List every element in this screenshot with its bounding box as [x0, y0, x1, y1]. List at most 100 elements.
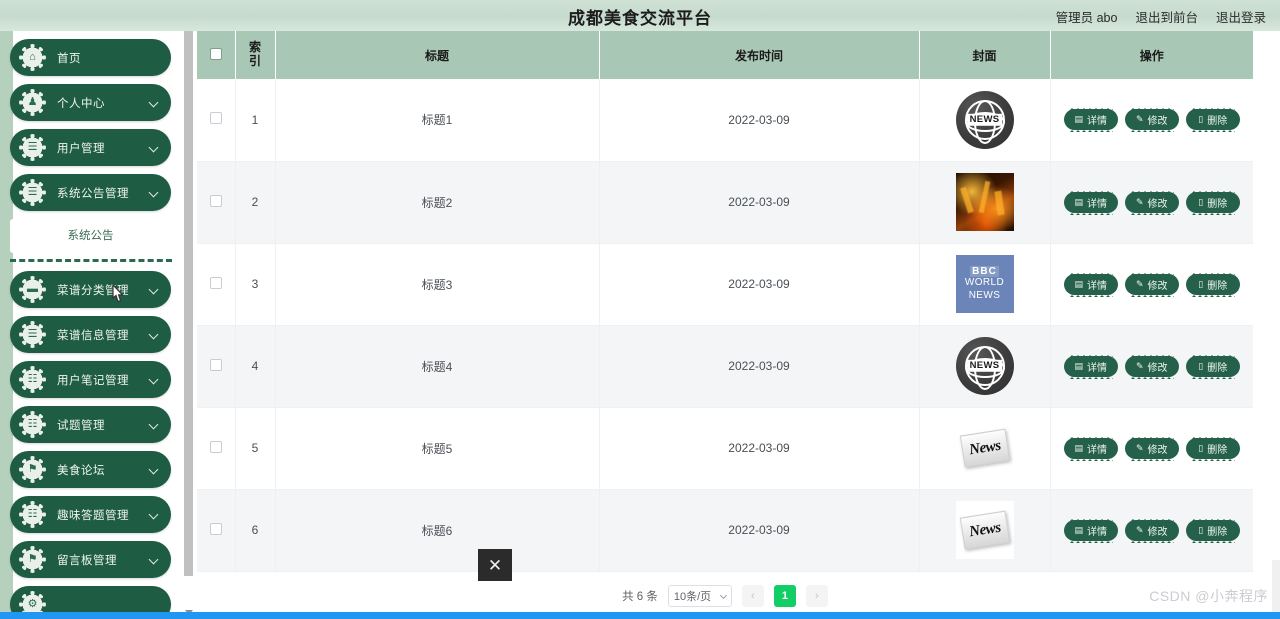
trash-icon: ▯: [1198, 280, 1203, 289]
cover-newspaper-image: News: [956, 501, 1014, 559]
row-title: 标题5: [275, 407, 599, 489]
row-checkbox[interactable]: [210, 195, 222, 207]
grid-icon-glyph: ☷: [28, 509, 38, 520]
grid-icon-glyph: ☷: [28, 419, 38, 430]
pencil-icon: ✎: [1136, 280, 1144, 289]
sidebar-item-10[interactable]: ⚑留言板管理: [10, 541, 171, 578]
row-action-detail-button[interactable]: ▤详情: [1064, 520, 1118, 541]
row-checkbox[interactable]: [210, 523, 222, 535]
row-actions: ▤详情 ✎修改 ▯删除: [1055, 109, 1250, 130]
sidebar-item-7[interactable]: ☷试题管理: [10, 406, 171, 443]
row-action-delete-button[interactable]: ▯删除: [1186, 520, 1240, 541]
announcements-table: 索引 标题 发布时间 封面 操作 1标题12022-03-09NEWS▤详情✎修…: [197, 31, 1253, 572]
document-icon: ▤: [1074, 444, 1083, 453]
row-cover-cell: News: [919, 407, 1050, 489]
chevron-down-icon: [149, 97, 159, 107]
sidebar-scrollbar[interactable]: [183, 31, 197, 619]
row-operations-cell: ▤详情 ✎修改 ▯ 删除: [1050, 161, 1253, 243]
select-all-checkbox[interactable]: [210, 48, 222, 60]
table-body: 1标题12022-03-09NEWS▤详情✎修改▯删除2标题22022-03-0…: [197, 79, 1253, 571]
th-date: 发布时间: [599, 31, 919, 79]
clipboard-icon-glyph: ☰: [28, 329, 38, 340]
close-overlay-button[interactable]: ✕: [478, 549, 512, 581]
total-count-label: 共 6 条: [622, 588, 658, 604]
row-actions: ▤详情 ✎修改 ▯删除: [1055, 356, 1250, 377]
logout-link[interactable]: 退出登录: [1216, 7, 1266, 26]
th-index-label: 索引: [248, 41, 262, 69]
row-date: 2022-03-09: [599, 161, 919, 243]
flag-icon: ⚑: [19, 456, 46, 483]
user-icon-glyph: ♟: [28, 97, 38, 108]
row-action-label: 详情: [1087, 112, 1107, 127]
row-action-delete-button[interactable]: ▯删除: [1186, 109, 1240, 130]
row-action-edit-button[interactable]: ✎修改: [1125, 274, 1179, 295]
row-action-delete-button[interactable]: ▯ 删除: [1186, 192, 1240, 213]
chevron-down-icon: [149, 329, 159, 339]
cover-news-text: NEWS: [967, 114, 1003, 126]
row-select-cell: [197, 489, 235, 571]
row-action-label: 详情: [1087, 523, 1107, 538]
sidebar-item-label: 系统公告管理: [57, 185, 129, 201]
row-action-edit-button[interactable]: ✎修改: [1125, 192, 1179, 213]
row-action-detail-button[interactable]: ▤详情: [1064, 438, 1118, 459]
row-action-edit-button[interactable]: ✎修改: [1125, 356, 1179, 377]
row-date: 2022-03-09: [599, 243, 919, 325]
sidebar-item-8[interactable]: ⚑ 美食论坛: [10, 451, 171, 488]
row-action-edit-button[interactable]: ✎修改: [1125, 520, 1179, 541]
main-content: 索引 标题 发布时间 封面 操作 1标题12022-03-09NEWS▤详情✎修…: [197, 31, 1280, 619]
row-select-cell: [197, 407, 235, 489]
row-action-detail-button[interactable]: ▤详情: [1064, 192, 1118, 213]
home-icon: ⌂: [19, 44, 46, 71]
bbc-world-text: WORLD: [965, 277, 1004, 290]
row-action-detail-button[interactable]: ▤详情: [1064, 109, 1118, 130]
newspaper-shape: News: [959, 511, 1009, 550]
row-action-edit-button[interactable]: ✎修改: [1125, 438, 1179, 459]
row-operations-cell: ▤详情 ✎修改 ▯删除: [1050, 407, 1253, 489]
sidebar-item-3[interactable]: ☰系统公告管理: [10, 174, 171, 211]
row-action-delete-button[interactable]: ▯删除: [1186, 438, 1240, 459]
sidebar-item-5[interactable]: ☰ 菜谱信息管理: [10, 316, 171, 353]
page-scrollbar[interactable]: [1272, 560, 1280, 612]
prev-page-button[interactable]: ‹: [742, 585, 764, 607]
row-checkbox[interactable]: [210, 277, 222, 289]
close-icon: ✕: [488, 557, 502, 574]
row-action-label: 修改: [1148, 112, 1168, 127]
trash-icon: ▯: [1198, 198, 1203, 207]
sidebar-item-label: 菜谱信息管理: [57, 327, 129, 343]
row-actions: ▤详情 ✎修改 ▯删除: [1055, 274, 1250, 295]
row-action-detail-button[interactable]: ▤详情: [1064, 356, 1118, 377]
row-action-label: 删除: [1207, 112, 1227, 127]
sidebar-item-2[interactable]: ☰用户管理: [10, 129, 171, 166]
sidebar-item-label: 美食论坛: [57, 462, 105, 478]
row-action-edit-button[interactable]: ✎修改: [1125, 109, 1179, 130]
sidebar-scrollbar-thumb[interactable]: [184, 31, 193, 576]
sidebar-subitem-0[interactable]: 系统公告: [10, 225, 171, 245]
sidebar-item-1[interactable]: ♟个人中心: [10, 84, 171, 121]
row-checkbox[interactable]: [210, 441, 222, 453]
row-action-delete-button[interactable]: ▯删除: [1186, 356, 1240, 377]
home-icon-glyph: ⌂: [29, 52, 36, 63]
page-size-select[interactable]: 10条/页: [668, 585, 732, 607]
row-action-detail-button[interactable]: ▤详情: [1064, 274, 1118, 295]
sidebar-item-9[interactable]: ☷趣味答题管理: [10, 496, 171, 533]
bbc-logo-text: BBC: [970, 266, 999, 277]
row-checkbox[interactable]: [210, 359, 222, 371]
th-operations: 操作: [1050, 31, 1253, 79]
row-action-label: 删除: [1207, 523, 1227, 538]
row-operations-cell: ▤详情 ✎修改 ▯删除: [1050, 79, 1253, 161]
row-checkbox[interactable]: [210, 112, 222, 124]
page-number-1[interactable]: 1: [774, 585, 796, 607]
cover-newspaper-image: News: [956, 419, 1014, 477]
row-title: 标题3: [275, 243, 599, 325]
row-action-delete-button[interactable]: ▯删除: [1186, 274, 1240, 295]
next-page-button[interactable]: ›: [806, 585, 828, 607]
sidebar-item-4[interactable]: ▬菜谱分类管理: [10, 271, 171, 308]
user-icon: ♟: [19, 89, 46, 116]
sidebar-item-6[interactable]: ☷用户笔记管理: [10, 361, 171, 398]
row-index: 2: [235, 161, 275, 243]
sidebar: ⌂首页 ♟个人中心 ☰用户管理 ☰系统公告管理系统公告 ▬菜谱分类管理 ☰ 菜谱信息管理 ☷用…: [0, 31, 183, 619]
sidebar-item-0[interactable]: ⌂首页: [10, 39, 171, 76]
row-action-label: 删除: [1207, 195, 1227, 210]
exit-to-frontend-link[interactable]: 退出到前台: [1135, 7, 1198, 26]
table-header-row: 索引 标题 发布时间 封面 操作: [197, 31, 1253, 79]
